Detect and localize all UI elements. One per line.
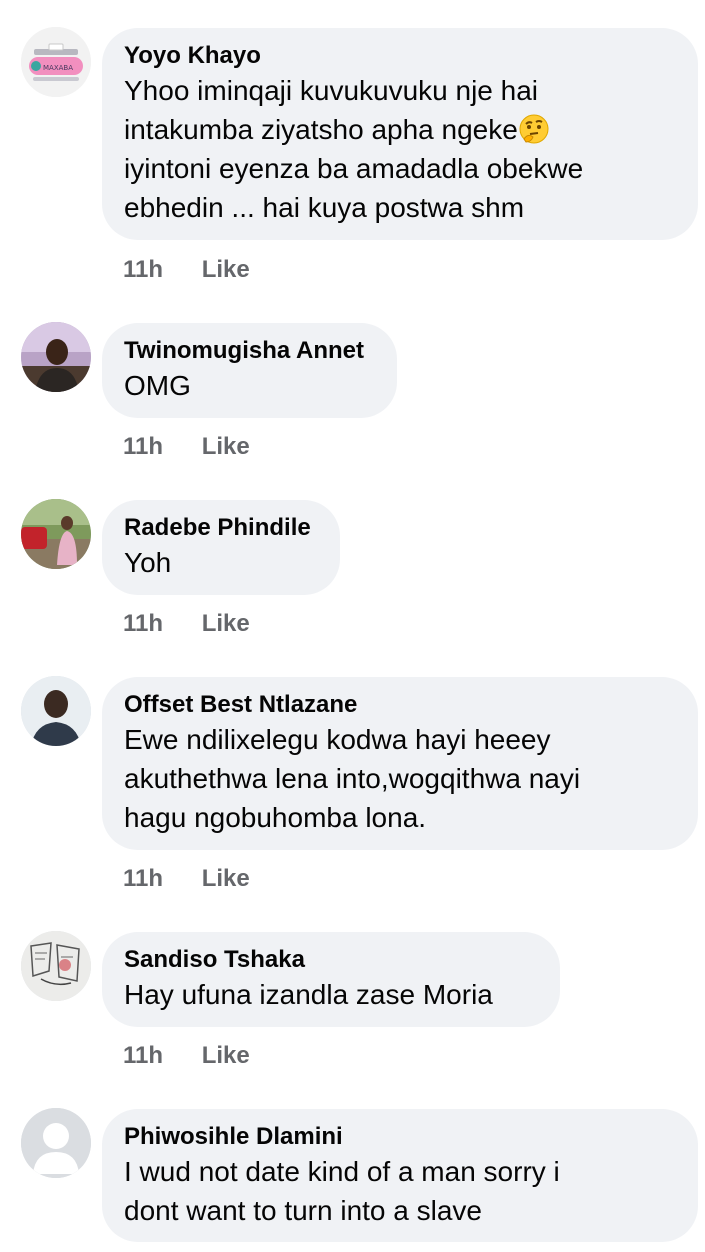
avatar[interactable] (21, 499, 91, 569)
avatar[interactable]: MAXABA (21, 27, 91, 97)
like-button[interactable]: Like (202, 865, 250, 893)
comment-bubble[interactable]: Phiwosihle Dlamini I wud not date kind o… (102, 1109, 698, 1242)
comment-text-line: Hay ufuna izandla zase Moria (124, 979, 493, 1010)
avatar[interactable] (21, 322, 91, 392)
comment-text-line: Yoh (124, 547, 172, 578)
comment-text: OMG (124, 366, 375, 405)
comment-text: Yhoo iminqaji kuvukuvuku nje hai intakum… (124, 71, 676, 227)
comment-text-line: akuthethwa lena into,wogqithwa nayi (124, 763, 581, 794)
comment-text-line: dont want to turn into a slave (124, 1195, 482, 1226)
comment-author[interactable]: Phiwosihle Dlamini (124, 1122, 676, 1152)
comment-text-line: hagu ngobuhomba lona. (124, 802, 427, 833)
comment-text: Yoh (124, 543, 318, 582)
like-button[interactable]: Like (202, 256, 250, 284)
avatar-logo-text: MAXABA (43, 64, 73, 72)
like-button[interactable]: Like (202, 1042, 250, 1070)
thinking-face-icon (518, 113, 550, 145)
comment-timestamp[interactable]: 11h (123, 865, 163, 893)
pink-logo-avatar-icon: MAXABA (21, 27, 91, 97)
comment-text-line: iyintoni eyenza ba amadadla obekwe (124, 153, 584, 184)
comment-text: I wud not date kind of a man sorry i don… (124, 1152, 676, 1230)
comment-bubble[interactable]: Sandiso Tshaka Hay ufuna izandla zase Mo… (102, 932, 560, 1027)
comment-text-line: Ewe ndilixelegu kodwa hayi heeey (124, 724, 551, 755)
default-profile-avatar-icon (21, 1108, 91, 1178)
comment-bubble[interactable]: Offset Best Ntlazane Ewe ndilixelegu kod… (102, 677, 698, 850)
comment-timestamp[interactable]: 11h (123, 610, 163, 638)
comment-bubble[interactable]: Twinomugisha Annet OMG (102, 323, 397, 418)
comment-text-line: intakumba ziyatsho apha ngeke (124, 110, 676, 149)
comment-actions: 11h Like (123, 256, 250, 284)
comment-actions: 11h Like (123, 865, 250, 893)
outdoor-photo-avatar-icon (21, 499, 91, 569)
person-photo-avatar-icon (21, 322, 91, 392)
comment-text-line: ebhedin ... hai kuya postwa shm (124, 192, 525, 223)
comment-bubble[interactable]: Radebe Phindile Yoh (102, 500, 340, 595)
comment-author[interactable]: Offset Best Ntlazane (124, 690, 676, 720)
comment-author[interactable]: Yoyo Khayo (124, 41, 676, 71)
comment-author[interactable]: Sandiso Tshaka (124, 945, 538, 975)
comment-author[interactable]: Radebe Phindile (124, 513, 318, 543)
comment-list: MAXABA Yoyo Khayo Yhoo iminqaji kuvukuvu… (0, 0, 705, 1252)
comment-author[interactable]: Twinomugisha Annet (124, 336, 375, 366)
comment-timestamp[interactable]: 11h (123, 433, 163, 461)
comment-actions: 11h Like (123, 610, 250, 638)
comment-text: Ewe ndilixelegu kodwa hayi heeey akuthet… (124, 720, 676, 837)
comment-text-line: I wud not date kind of a man sorry i (124, 1156, 560, 1187)
like-button[interactable]: Like (202, 433, 250, 461)
comment-timestamp[interactable]: 11h (123, 1042, 163, 1070)
comment-actions: 11h Like (123, 433, 250, 461)
comment-text-line: Yhoo iminqaji kuvukuvuku nje hai (124, 75, 539, 106)
comment-actions: 11h Like (123, 1042, 250, 1070)
person-photo-avatar-icon (21, 676, 91, 746)
comment-timestamp[interactable]: 11h (123, 256, 163, 284)
avatar[interactable] (21, 931, 91, 1001)
like-button[interactable]: Like (202, 610, 250, 638)
comment-text-line: OMG (124, 370, 191, 401)
avatar[interactable] (21, 1108, 91, 1178)
avatar[interactable] (21, 676, 91, 746)
sketch-avatar-icon (21, 931, 91, 1001)
comment-bubble[interactable]: Yoyo Khayo Yhoo iminqaji kuvukuvuku nje … (102, 28, 698, 240)
comment-text: Hay ufuna izandla zase Moria (124, 975, 538, 1014)
